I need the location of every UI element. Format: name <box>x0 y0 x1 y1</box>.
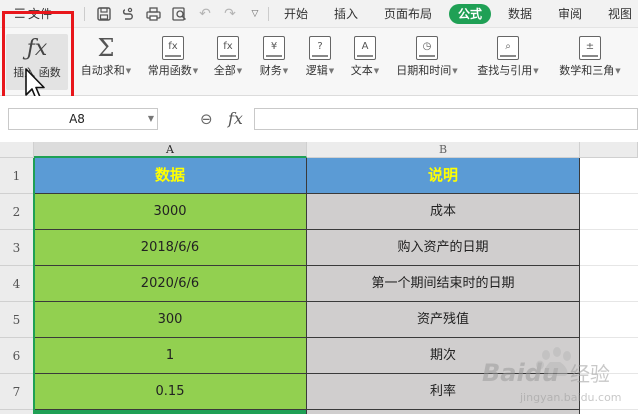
empty-cell[interactable] <box>580 374 638 410</box>
tab-view[interactable]: 视图 <box>604 0 636 28</box>
logic-label: 逻辑 <box>305 64 328 77</box>
row-header[interactable]: 5 <box>0 302 34 338</box>
chevron-down-icon[interactable]: ▼ <box>148 109 154 129</box>
header-cell-data[interactable]: 数据 <box>34 158 307 194</box>
tab-data[interactable]: 数据 <box>504 0 536 28</box>
spreadsheet-app: ☰ 文件 ↶ ↷ ▽ 开始 插入 页面布局 公式 数据 审阅 视图 ƒx 插入 函… <box>0 0 638 414</box>
text-label: 文本 <box>350 64 373 77</box>
fx-icon: ƒx <box>26 36 48 61</box>
menu-icon: ☰ <box>14 7 26 22</box>
undo-icon[interactable]: ↶ <box>195 0 215 28</box>
lookup-label: 查找与引用 <box>477 64 533 77</box>
lookup-button[interactable]: ⌕ 查找与引用▼ <box>470 36 546 88</box>
question-icon: ? <box>309 36 331 60</box>
tab-insert[interactable]: 插入 <box>330 0 362 28</box>
row-header[interactable]: 4 <box>0 266 34 302</box>
cell-b7[interactable]: 利率 <box>307 374 580 410</box>
yen-icon: ¥ <box>263 36 285 60</box>
tab-formulas[interactable]: 公式 <box>449 4 491 24</box>
empty-cell[interactable] <box>580 230 638 266</box>
preview-icon[interactable] <box>169 0 189 28</box>
column-header-a[interactable]: A <box>34 142 307 158</box>
finance-label: 财务 <box>259 64 282 77</box>
file-menu-label: 文件 <box>28 7 53 21</box>
cell-a7[interactable]: 0.15 <box>34 374 307 410</box>
more-icon[interactable]: ▽ <box>245 0 265 28</box>
math-plus-minus-icon: ± <box>579 36 601 60</box>
empty-cell[interactable] <box>580 266 638 302</box>
row-header[interactable]: 1 <box>0 158 34 194</box>
cell-a2[interactable]: 3000 <box>34 194 307 230</box>
row-header[interactable] <box>0 410 34 414</box>
redo-icon[interactable]: ↷ <box>220 0 240 28</box>
cell-b4[interactable]: 第一个期间结束时的日期 <box>307 266 580 302</box>
datetime-button[interactable]: ◷ 日期和时间▼ <box>390 36 464 88</box>
cell-b3[interactable]: 购入资产的日期 <box>307 230 580 266</box>
autosum-label: 自动求和 <box>80 64 125 77</box>
zoom-icon[interactable]: ⊖ <box>200 108 213 130</box>
column-header-c[interactable] <box>580 142 638 158</box>
cell-a5[interactable]: 300 <box>34 302 307 338</box>
cell-b2[interactable]: 成本 <box>307 194 580 230</box>
clock-icon: ◷ <box>416 36 438 60</box>
math-label: 数学和三角 <box>559 64 615 77</box>
tab-review[interactable]: 审阅 <box>554 0 586 28</box>
active-cell-a8[interactable] <box>34 410 306 414</box>
print-icon[interactable] <box>143 0 163 28</box>
empty-cell[interactable] <box>580 158 638 194</box>
formula-ribbon: ƒx 插入 函数 Σ 自动求和▼ fx 常用函数▼ fx 全部▼ ¥ 财务▼ ?… <box>0 28 638 96</box>
cell-b5[interactable]: 资产残值 <box>307 302 580 338</box>
toolbar-divider <box>84 7 85 21</box>
file-menu[interactable]: ☰ 文件 <box>14 0 52 28</box>
cell-b8[interactable] <box>307 410 580 414</box>
star-function-icon: fx <box>162 36 184 60</box>
cell-a4[interactable]: 2020/6/6 <box>34 266 307 302</box>
empty-cell[interactable] <box>580 194 638 230</box>
header-cell-description[interactable]: 说明 <box>307 158 580 194</box>
row-header[interactable]: 3 <box>0 230 34 266</box>
cell-a6[interactable]: 1 <box>34 338 307 374</box>
finance-button[interactable]: ¥ 财务▼ <box>254 36 294 88</box>
row-header[interactable]: 6 <box>0 338 34 374</box>
formula-bar: A8 ▼ ⊖ fx <box>0 96 638 142</box>
fx-icon[interactable]: fx <box>228 108 243 130</box>
menu-bar: ☰ 文件 ↶ ↷ ▽ 开始 插入 页面布局 公式 数据 审阅 视图 <box>0 0 638 28</box>
all-label: 全部 <box>213 64 236 77</box>
tab-page-layout[interactable]: 页面布局 <box>380 0 436 28</box>
select-all-corner[interactable] <box>0 142 34 158</box>
tab-start[interactable]: 开始 <box>278 0 314 28</box>
formula-input[interactable] <box>254 108 638 130</box>
cell-reference: A8 <box>69 112 85 126</box>
logic-button[interactable]: ? 逻辑▼ <box>300 36 340 88</box>
sigma-icon: Σ <box>97 34 115 62</box>
empty-cell[interactable] <box>580 410 638 414</box>
row-header[interactable]: 7 <box>0 374 34 410</box>
row-header[interactable]: 2 <box>0 194 34 230</box>
name-box[interactable]: A8 ▼ <box>8 108 158 130</box>
cell-a3[interactable]: 2018/6/6 <box>34 230 307 266</box>
selection-border <box>33 158 35 414</box>
spreadsheet-grid: A B 1 数据 说明 2 3000 成本 3 2018/6/6 购入资产的日期 4 2020/6/… <box>0 142 638 414</box>
autosum-button[interactable]: Σ 自动求和▼ <box>74 36 138 88</box>
math-button[interactable]: ± 数学和三角▼ <box>552 36 628 88</box>
toolbar-divider <box>268 7 269 21</box>
common-functions-label: 常用函数 <box>147 64 192 77</box>
clipboard-icon[interactable] <box>118 0 138 28</box>
common-functions-button[interactable]: fx 常用函数▼ <box>142 36 204 88</box>
datetime-label: 日期和时间 <box>396 64 452 77</box>
empty-cell[interactable] <box>580 338 638 374</box>
all-functions-button[interactable]: fx 全部▼ <box>208 36 248 88</box>
text-button[interactable]: A 文本▼ <box>345 36 385 88</box>
save-icon[interactable] <box>94 0 114 28</box>
cell-b6[interactable]: 期次 <box>307 338 580 374</box>
function-book-icon: fx <box>217 36 239 60</box>
lookup-magnifier-icon: ⌕ <box>497 36 519 60</box>
text-a-icon: A <box>354 36 376 60</box>
empty-cell[interactable] <box>580 302 638 338</box>
column-header-b[interactable]: B <box>307 142 580 158</box>
